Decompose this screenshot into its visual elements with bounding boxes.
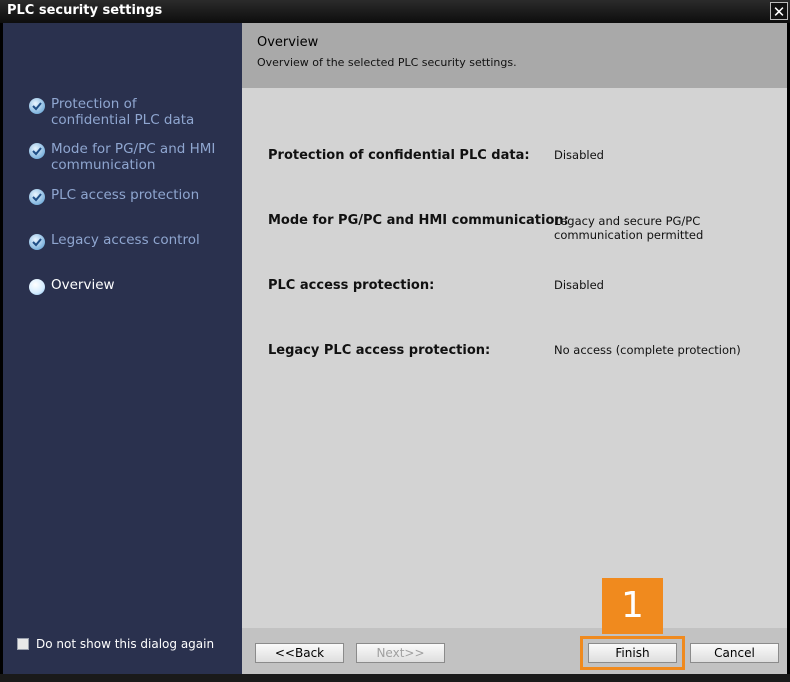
summary-label-legacy-access: Legacy PLC access protection: bbox=[268, 343, 491, 358]
page-header: Overview Overview of the selected PLC se… bbox=[242, 23, 787, 88]
check-icon bbox=[29, 143, 45, 159]
plc-security-dialog: PLC security settings ✕ Protection of co… bbox=[0, 0, 790, 682]
content-panel: Overview Overview of the selected PLC se… bbox=[242, 23, 787, 674]
summary-value-plc-access: Disabled bbox=[554, 278, 604, 292]
summary-value-confidential-data: Disabled bbox=[554, 148, 604, 162]
close-icon: ✕ bbox=[772, 3, 786, 21]
close-button[interactable]: ✕ bbox=[770, 2, 788, 21]
next-button[interactable]: Next>> bbox=[356, 643, 445, 663]
wizard-steps-sidebar: Protection of confidential PLC data Mode… bbox=[3, 23, 242, 674]
title-bar: PLC security settings ✕ bbox=[0, 0, 790, 23]
back-button[interactable]: <<Back bbox=[255, 643, 344, 663]
window-title: PLC security settings bbox=[7, 3, 163, 18]
cancel-button[interactable]: Cancel bbox=[690, 643, 779, 663]
step-label: PLC access protection bbox=[51, 187, 200, 203]
page-subtitle: Overview of the selected PLC security se… bbox=[257, 56, 517, 69]
button-bar: <<Back Next>> Finish Cancel bbox=[242, 628, 787, 674]
finish-highlight-frame bbox=[580, 636, 685, 670]
step-marker-badge: 1 bbox=[602, 578, 663, 634]
summary-label-confidential-data: Protection of confidential PLC data: bbox=[268, 148, 530, 163]
check-icon bbox=[29, 98, 45, 114]
bottom-border bbox=[0, 674, 790, 682]
summary-label-pgpc-mode: Mode for PG/PC and HMI communication: bbox=[268, 213, 569, 228]
current-step-icon bbox=[29, 279, 45, 295]
checkbox-label: Do not show this dialog again bbox=[36, 637, 215, 651]
overview-summary: Protection of confidential PLC data: Dis… bbox=[242, 88, 787, 628]
summary-value-pgpc-mode: Legacy and secure PG/PC communication pe… bbox=[554, 214, 704, 242]
checkbox-box[interactable] bbox=[17, 638, 29, 650]
step-label: Legacy access control bbox=[51, 232, 200, 248]
check-icon bbox=[29, 234, 45, 250]
summary-label-plc-access: PLC access protection: bbox=[268, 278, 435, 293]
step-label: Overview bbox=[51, 277, 115, 293]
page-title: Overview bbox=[257, 35, 319, 50]
step-label: Protection of confidential PLC data bbox=[51, 96, 195, 128]
check-icon bbox=[29, 189, 45, 205]
summary-value-legacy-access: No access (complete protection) bbox=[554, 343, 741, 357]
step-label: Mode for PG/PC and HMI communication bbox=[51, 141, 216, 173]
